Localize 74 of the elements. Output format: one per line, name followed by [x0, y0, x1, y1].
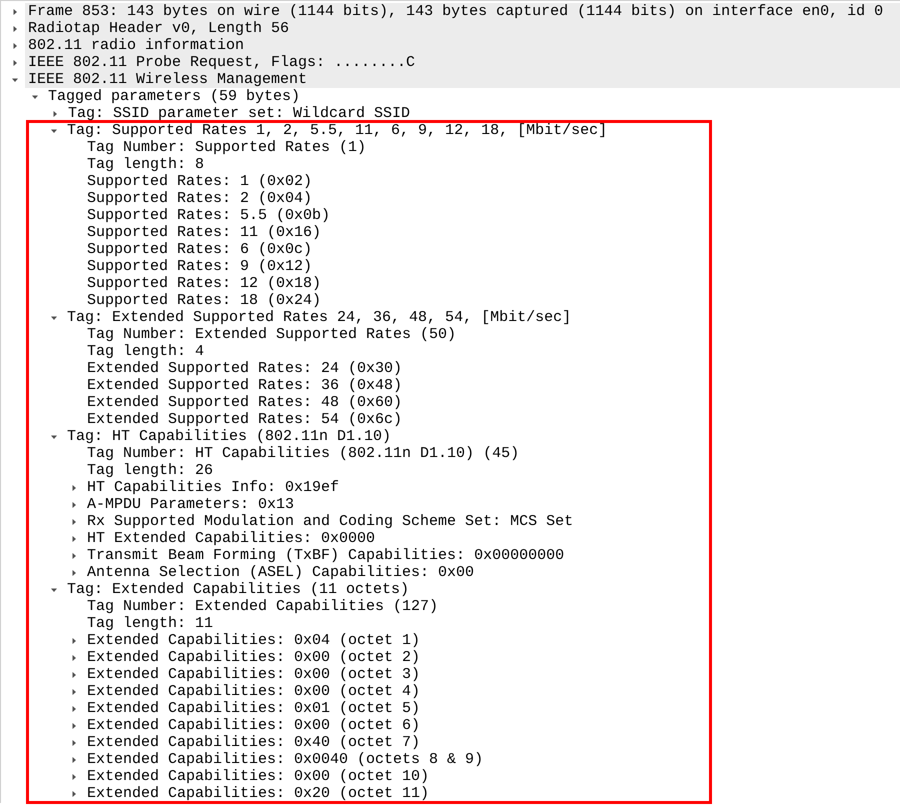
collapse-arrow-icon[interactable] [50, 586, 58, 594]
expand-arrow-icon[interactable] [70, 534, 78, 542]
tree-item-label[interactable]: Tag: Extended Supported Rates 24, 36, 48, 54, [Mbit/sec] [64, 311, 572, 324]
expand-arrow-icon[interactable] [70, 772, 78, 780]
expand-arrow-icon[interactable] [70, 704, 78, 712]
expand-arrow-icon[interactable] [70, 722, 78, 730]
expand-arrow-icon[interactable] [70, 518, 78, 526]
collapse-arrow-icon[interactable] [50, 432, 58, 440]
tree-item-label[interactable]: Tag Number: Supported Rates (1) [84, 141, 366, 154]
tree-item-label[interactable]: IEEE 802.11 Probe Request, Flags: ........C [25, 54, 900, 71]
expand-arrow-icon[interactable] [70, 552, 78, 560]
tree-item-label[interactable]: Extended Capabilities: 0x00 (octet 2) [84, 651, 420, 664]
expand-arrow-icon[interactable] [70, 500, 78, 508]
tree-item-label[interactable]: Tag Number: HT Capabilities (802.11n D1.10) (45) [84, 447, 520, 460]
tree-item-label[interactable]: Extended Supported Rates: 24 (0x30) [84, 362, 402, 375]
tree-item-label[interactable]: HT Extended Capabilities: 0x0000 [84, 532, 376, 545]
tree-item-label[interactable]: Tag length: 11 [84, 617, 214, 630]
tree-item-label[interactable]: Supported Rates: 18 (0x24) [84, 294, 322, 307]
tree-item-label[interactable]: Extended Capabilities: 0x00 (octet 6) [84, 719, 420, 732]
tree-item-label[interactable]: 802.11 radio information [25, 37, 900, 54]
tree-item-label[interactable]: Extended Capabilities: 0x20 (octet 11) [84, 787, 430, 800]
tree-item-label[interactable]: Tagged parameters (59 bytes) [45, 90, 300, 103]
tree-item-label[interactable]: Tag length: 4 [84, 345, 204, 358]
tree-item-label[interactable]: Extended Supported Rates: 54 (0x6c) [84, 413, 402, 426]
tree-item-label[interactable]: Tag: Extended Capabilities (11 octets) [64, 583, 410, 596]
tree-item-label[interactable]: Tag length: 8 [84, 158, 204, 171]
tree-item-label[interactable]: Extended Capabilities: 0x00 (octet 3) [84, 668, 420, 681]
expand-arrow-icon[interactable] [11, 58, 19, 66]
tree-item-label[interactable]: Supported Rates: 2 (0x04) [84, 192, 312, 205]
tree-item-label[interactable]: Tag Number: Extended Supported Rates (50) [84, 328, 456, 341]
tree-item-label[interactable]: Extended Supported Rates: 36 (0x48) [84, 379, 402, 392]
tree-item-label[interactable]: Supported Rates: 1 (0x02) [84, 175, 312, 188]
tree-item-label[interactable]: Transmit Beam Forming (TxBF) Capabilities: 0x00000000 [84, 549, 564, 562]
tree-item-label[interactable]: IEEE 802.11 Wireless Management [25, 71, 900, 88]
tree-item-label[interactable]: Antenna Selection (ASEL) Capabilities: 0x00 [84, 566, 474, 579]
collapse-arrow-icon[interactable] [50, 314, 58, 322]
tree-item-label[interactable]: Supported Rates: 11 (0x16) [84, 226, 322, 239]
tree-item-label[interactable]: Supported Rates: 12 (0x18) [84, 277, 322, 290]
expand-arrow-icon[interactable] [70, 636, 78, 644]
collapse-arrow-icon[interactable] [31, 92, 39, 100]
expand-arrow-icon[interactable] [51, 110, 59, 118]
tree-item-label[interactable]: Tag: SSID parameter set: Wildcard SSID [65, 107, 410, 120]
tree-item-label[interactable]: Tag: HT Capabilities (802.11n D1.10) [64, 430, 392, 443]
expand-arrow-icon[interactable] [70, 738, 78, 746]
tree-item-label[interactable]: HT Capabilities Info: 0x19ef [84, 481, 340, 494]
tree-item-label[interactable]: Extended Capabilities: 0x40 (octet 7) [84, 736, 420, 749]
tree-item-label[interactable]: Tag length: 26 [84, 464, 214, 477]
tree-item-label[interactable]: Extended Capabilities: 0x00 (octet 10) [84, 770, 430, 783]
collapse-arrow-icon[interactable] [50, 126, 58, 134]
expand-arrow-icon[interactable] [70, 670, 78, 678]
expand-arrow-icon[interactable] [11, 42, 19, 50]
tree-item-label[interactable]: Rx Supported Modulation and Coding Scheme Set: MCS Set [84, 515, 574, 528]
collapse-arrow-icon[interactable] [11, 76, 19, 84]
expand-arrow-icon[interactable] [70, 688, 78, 696]
tree-item-label[interactable]: Extended Supported Rates: 48 (0x60) [84, 396, 402, 409]
tree-item-label[interactable]: Frame 853: 143 bytes on wire (1144 bits), 143 bytes captured (1144 bits) on interface en0, id 0 [25, 3, 900, 20]
tree-item-label[interactable]: Extended Capabilities: 0x00 (octet 4) [84, 685, 420, 698]
tree-item-label[interactable]: Radiotap Header v0, Length 56 [25, 20, 900, 37]
expand-arrow-icon[interactable] [70, 654, 78, 662]
tree-item-label[interactable]: Supported Rates: 6 (0x0c) [84, 243, 312, 256]
expand-arrow-icon[interactable] [70, 790, 78, 798]
tree-item-label[interactable]: Extended Capabilities: 0x01 (octet 5) [84, 702, 420, 715]
expand-arrow-icon[interactable] [11, 24, 19, 32]
tree-item-label[interactable]: Extended Capabilities: 0x0040 (octets 8 & 9) [84, 753, 484, 766]
tree-item-label[interactable]: Supported Rates: 9 (0x12) [84, 260, 312, 273]
tree-item-label[interactable]: Tag Number: Extended Capabilities (127) [84, 600, 438, 613]
tree-item-label[interactable]: Tag: Supported Rates 1, 2, 5.5, 11, 6, 9, 12, 18, [Mbit/sec] [64, 124, 608, 137]
expand-arrow-icon[interactable] [70, 568, 78, 576]
expand-arrow-icon[interactable] [70, 484, 78, 492]
expand-arrow-icon[interactable] [11, 8, 19, 16]
tree-item-label[interactable]: A-MPDU Parameters: 0x13 [84, 498, 294, 511]
expand-arrow-icon[interactable] [70, 756, 78, 764]
tree-item-label[interactable]: Extended Capabilities: 0x04 (octet 1) [84, 634, 420, 647]
tree-item-label[interactable]: Supported Rates: 5.5 (0x0b) [84, 209, 330, 222]
